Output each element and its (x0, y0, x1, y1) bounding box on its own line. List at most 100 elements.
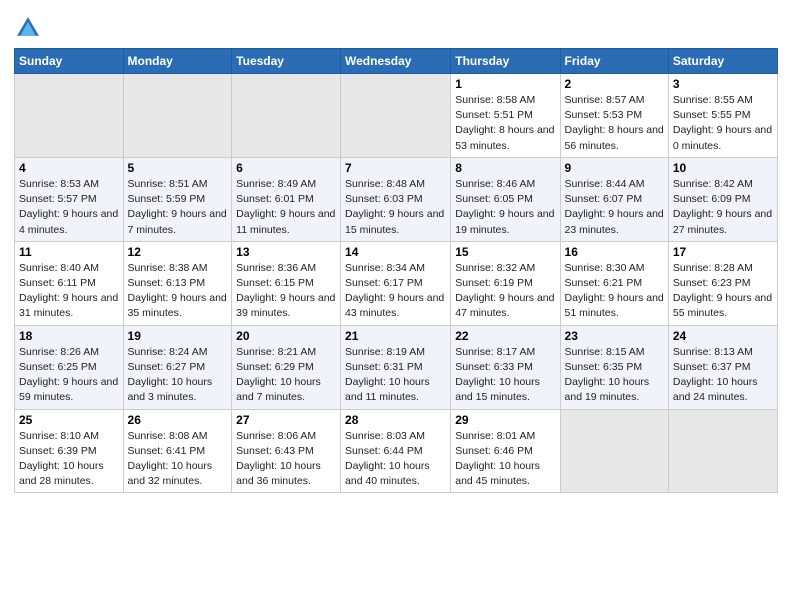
calendar-cell: 16 Sunrise: 8:30 AM Sunset: 6:21 PM Dayli… (560, 241, 668, 325)
calendar-cell: 6Sunrise: 8:49 AM Sunset: 6:01 PM Daylig… (232, 157, 341, 241)
calendar-cell: 1Sunrise: 8:58 AM Sunset: 5:51 PM Daylig… (451, 74, 560, 158)
calendar-cell (560, 409, 668, 493)
calendar-week-row: 18 Sunrise: 8:26 AM Sunset: 6:25 PM Dayli… (15, 325, 778, 409)
day-info: Sunrise: 8:26 AM Sunset: 6:25 PM Dayligh… (19, 345, 119, 406)
calendar-week-row: 1Sunrise: 8:58 AM Sunset: 5:51 PM Daylig… (15, 74, 778, 158)
calendar-cell: 26Sunrise: 8:08 AM Sunset: 6:41 PM Dayli… (123, 409, 232, 493)
day-number: 23 (565, 329, 664, 343)
calendar-cell (123, 74, 232, 158)
calendar-cell: 3 Sunrise: 8:55 AM Sunset: 5:55 PM Daylig… (668, 74, 777, 158)
day-number: 21 (345, 329, 446, 343)
day-info: Sunrise: 8:36 AM Sunset: 6:15 PM Dayligh… (236, 261, 336, 322)
calendar-table: SundayMondayTuesdayWednesdayThursdayFrid… (14, 48, 778, 493)
day-number: 9 (565, 161, 664, 175)
day-number: 29 (455, 413, 555, 427)
day-info: Sunrise: 8:48 AM Sunset: 6:03 PM Dayligh… (345, 177, 446, 238)
day-info: Sunrise: 8:44 AM Sunset: 6:07 PM Dayligh… (565, 177, 664, 238)
day-info: Sunrise: 8:55 AM Sunset: 5:55 PM Dayligh… (673, 93, 773, 154)
day-number: 25 (19, 413, 119, 427)
day-info: Sunrise: 8:40 AM Sunset: 6:11 PM Dayligh… (19, 261, 119, 322)
calendar-cell (668, 409, 777, 493)
day-number: 11 (19, 245, 119, 259)
weekday-header-monday: Monday (123, 49, 232, 74)
calendar-week-row: 25 Sunrise: 8:10 AM Sunset: 6:39 PM Dayli… (15, 409, 778, 493)
day-info: Sunrise: 8:51 AM Sunset: 5:59 PM Dayligh… (128, 177, 228, 238)
day-info: Sunrise: 8:03 AM Sunset: 6:44 PM Dayligh… (345, 429, 446, 490)
weekday-header-tuesday: Tuesday (232, 49, 341, 74)
day-number: 3 (673, 77, 773, 91)
day-info: Sunrise: 8:13 AM Sunset: 6:37 PM Dayligh… (673, 345, 773, 406)
day-number: 1 (455, 77, 555, 91)
weekday-header-friday: Friday (560, 49, 668, 74)
logo (14, 14, 42, 42)
day-number: 15 (455, 245, 555, 259)
day-number: 2 (565, 77, 664, 91)
weekday-header-sunday: Sunday (15, 49, 124, 74)
calendar-cell: 2Sunrise: 8:57 AM Sunset: 5:53 PM Daylig… (560, 74, 668, 158)
calendar-week-row: 11 Sunrise: 8:40 AM Sunset: 6:11 PM Dayli… (15, 241, 778, 325)
calendar-cell: 22 Sunrise: 8:17 AM Sunset: 6:33 PM Dayli… (451, 325, 560, 409)
day-number: 28 (345, 413, 446, 427)
calendar-cell: 5 Sunrise: 8:51 AM Sunset: 5:59 PM Daylig… (123, 157, 232, 241)
day-info: Sunrise: 8:24 AM Sunset: 6:27 PM Dayligh… (128, 345, 228, 406)
day-number: 4 (19, 161, 119, 175)
day-info: Sunrise: 8:38 AM Sunset: 6:13 PM Dayligh… (128, 261, 228, 322)
day-number: 14 (345, 245, 446, 259)
day-number: 6 (236, 161, 336, 175)
calendar-cell: 9 Sunrise: 8:44 AM Sunset: 6:07 PM Daylig… (560, 157, 668, 241)
day-number: 5 (128, 161, 228, 175)
day-info: Sunrise: 8:10 AM Sunset: 6:39 PM Dayligh… (19, 429, 119, 490)
calendar-cell: 14Sunrise: 8:34 AM Sunset: 6:17 PM Dayli… (341, 241, 451, 325)
calendar-header-row: SundayMondayTuesdayWednesdayThursdayFrid… (15, 49, 778, 74)
calendar-cell: 13 Sunrise: 8:36 AM Sunset: 6:15 PM Dayli… (232, 241, 341, 325)
day-number: 10 (673, 161, 773, 175)
calendar-cell: 15Sunrise: 8:32 AM Sunset: 6:19 PM Dayli… (451, 241, 560, 325)
day-number: 8 (455, 161, 555, 175)
calendar-cell: 24 Sunrise: 8:13 AM Sunset: 6:37 PM Dayli… (668, 325, 777, 409)
day-number: 24 (673, 329, 773, 343)
calendar-cell (232, 74, 341, 158)
calendar-cell: 25 Sunrise: 8:10 AM Sunset: 6:39 PM Dayli… (15, 409, 124, 493)
day-number: 22 (455, 329, 555, 343)
weekday-header-saturday: Saturday (668, 49, 777, 74)
day-info: Sunrise: 8:21 AM Sunset: 6:29 PM Dayligh… (236, 345, 336, 406)
day-info: Sunrise: 8:28 AM Sunset: 6:23 PM Dayligh… (673, 261, 773, 322)
day-info: Sunrise: 8:30 AM Sunset: 6:21 PM Dayligh… (565, 261, 664, 322)
day-number: 12 (128, 245, 228, 259)
day-info: Sunrise: 8:19 AM Sunset: 6:31 PM Dayligh… (345, 345, 446, 406)
weekday-header-wednesday: Wednesday (341, 49, 451, 74)
day-info: Sunrise: 8:46 AM Sunset: 6:05 PM Dayligh… (455, 177, 555, 238)
calendar-cell (15, 74, 124, 158)
day-info: Sunrise: 8:53 AM Sunset: 5:57 PM Dayligh… (19, 177, 119, 238)
calendar-cell: 29 Sunrise: 8:01 AM Sunset: 6:46 PM Dayli… (451, 409, 560, 493)
day-info: Sunrise: 8:17 AM Sunset: 6:33 PM Dayligh… (455, 345, 555, 406)
day-number: 19 (128, 329, 228, 343)
calendar-cell: 19 Sunrise: 8:24 AM Sunset: 6:27 PM Dayli… (123, 325, 232, 409)
calendar-cell (341, 74, 451, 158)
day-number: 13 (236, 245, 336, 259)
day-number: 7 (345, 161, 446, 175)
calendar-cell: 27 Sunrise: 8:06 AM Sunset: 6:43 PM Dayli… (232, 409, 341, 493)
calendar-cell: 18 Sunrise: 8:26 AM Sunset: 6:25 PM Dayli… (15, 325, 124, 409)
calendar-cell: 4 Sunrise: 8:53 AM Sunset: 5:57 PM Daylig… (15, 157, 124, 241)
calendar-cell: 20 Sunrise: 8:21 AM Sunset: 6:29 PM Dayli… (232, 325, 341, 409)
day-number: 27 (236, 413, 336, 427)
page: SundayMondayTuesdayWednesdayThursdayFrid… (0, 0, 792, 612)
header (14, 10, 778, 42)
day-number: 16 (565, 245, 664, 259)
day-info: Sunrise: 8:01 AM Sunset: 6:46 PM Dayligh… (455, 429, 555, 490)
day-info: Sunrise: 8:06 AM Sunset: 6:43 PM Dayligh… (236, 429, 336, 490)
calendar-cell: 17 Sunrise: 8:28 AM Sunset: 6:23 PM Dayli… (668, 241, 777, 325)
day-info: Sunrise: 8:15 AM Sunset: 6:35 PM Dayligh… (565, 345, 664, 406)
calendar-cell: 21 Sunrise: 8:19 AM Sunset: 6:31 PM Dayli… (341, 325, 451, 409)
calendar-cell: 7 Sunrise: 8:48 AM Sunset: 6:03 PM Daylig… (341, 157, 451, 241)
calendar-week-row: 4 Sunrise: 8:53 AM Sunset: 5:57 PM Daylig… (15, 157, 778, 241)
calendar-cell: 11 Sunrise: 8:40 AM Sunset: 6:11 PM Dayli… (15, 241, 124, 325)
calendar-cell: 8 Sunrise: 8:46 AM Sunset: 6:05 PM Daylig… (451, 157, 560, 241)
day-info: Sunrise: 8:08 AM Sunset: 6:41 PM Dayligh… (128, 429, 228, 490)
calendar-cell: 28 Sunrise: 8:03 AM Sunset: 6:44 PM Dayli… (341, 409, 451, 493)
day-number: 18 (19, 329, 119, 343)
day-number: 17 (673, 245, 773, 259)
day-number: 20 (236, 329, 336, 343)
calendar-cell: 12 Sunrise: 8:38 AM Sunset: 6:13 PM Dayli… (123, 241, 232, 325)
